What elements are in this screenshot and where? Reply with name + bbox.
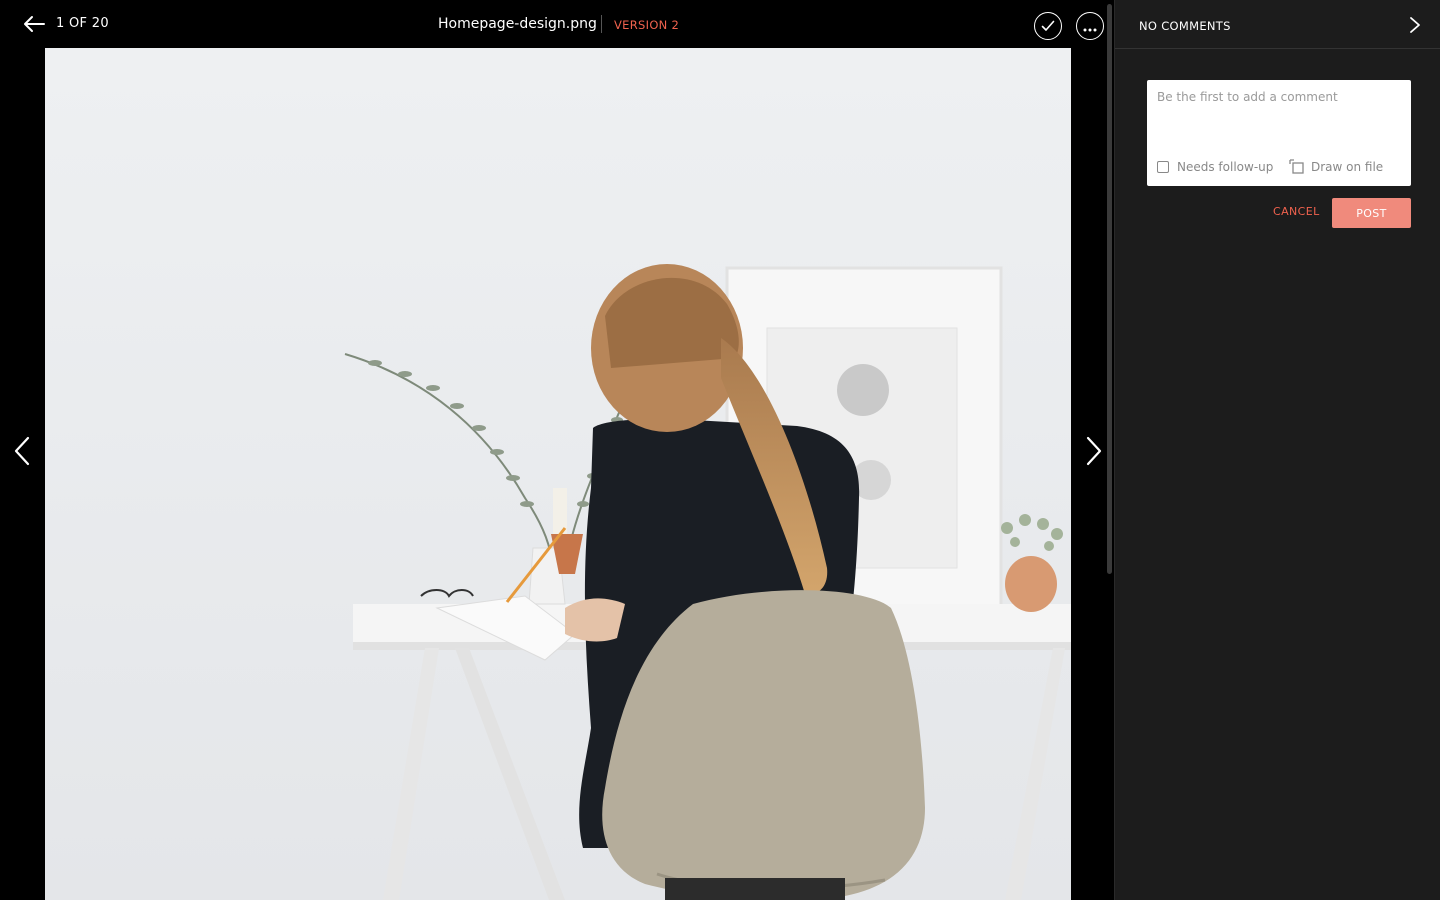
viewer-scrollbar[interactable] <box>1107 4 1112 574</box>
draw-on-file-label: Draw on file <box>1311 159 1384 174</box>
viewer-toolbar: 1 OF 20 Homepage-design.png VERSION 2 <box>0 0 1114 48</box>
approve-button[interactable] <box>1034 12 1062 40</box>
version-selector[interactable]: VERSION 2 <box>614 18 679 32</box>
comments-panel: NO COMMENTS Needs follow-up Draw on file… <box>1114 0 1440 900</box>
file-viewer-app: 1 OF 20 Homepage-design.png VERSION 2 NO… <box>0 0 1440 900</box>
more-options-button[interactable] <box>1076 12 1104 40</box>
file-counter: 1 OF 20 <box>56 16 109 31</box>
needs-follow-up-checkbox[interactable]: Needs follow-up <box>1157 160 1273 174</box>
follow-up-label: Needs follow-up <box>1177 160 1274 174</box>
next-file-icon[interactable] <box>1082 436 1104 466</box>
comment-input[interactable] <box>1147 80 1411 140</box>
draw-on-file-button[interactable]: Draw on file <box>1289 159 1383 174</box>
comments-count-label: NO COMMENTS <box>1139 19 1231 33</box>
check-icon <box>1041 17 1055 36</box>
cancel-button[interactable]: CANCEL <box>1273 205 1320 218</box>
post-button[interactable]: POST <box>1332 198 1411 228</box>
previous-file-icon[interactable] <box>12 436 34 466</box>
comments-header: NO COMMENTS <box>1115 0 1440 49</box>
collapse-panel-chevron-icon[interactable] <box>1408 16 1422 34</box>
draw-on-file-icon <box>1289 159 1304 174</box>
checkbox-icon <box>1157 161 1169 173</box>
back-arrow-icon[interactable] <box>22 14 46 34</box>
file-name: Homepage-design.png <box>438 16 597 32</box>
design-image <box>45 48 1071 900</box>
comment-composer: Needs follow-up Draw on file <box>1147 80 1411 186</box>
ellipsis-icon <box>1083 17 1097 36</box>
image-viewer: 1 OF 20 Homepage-design.png VERSION 2 <box>0 0 1114 900</box>
title-divider <box>601 15 602 33</box>
